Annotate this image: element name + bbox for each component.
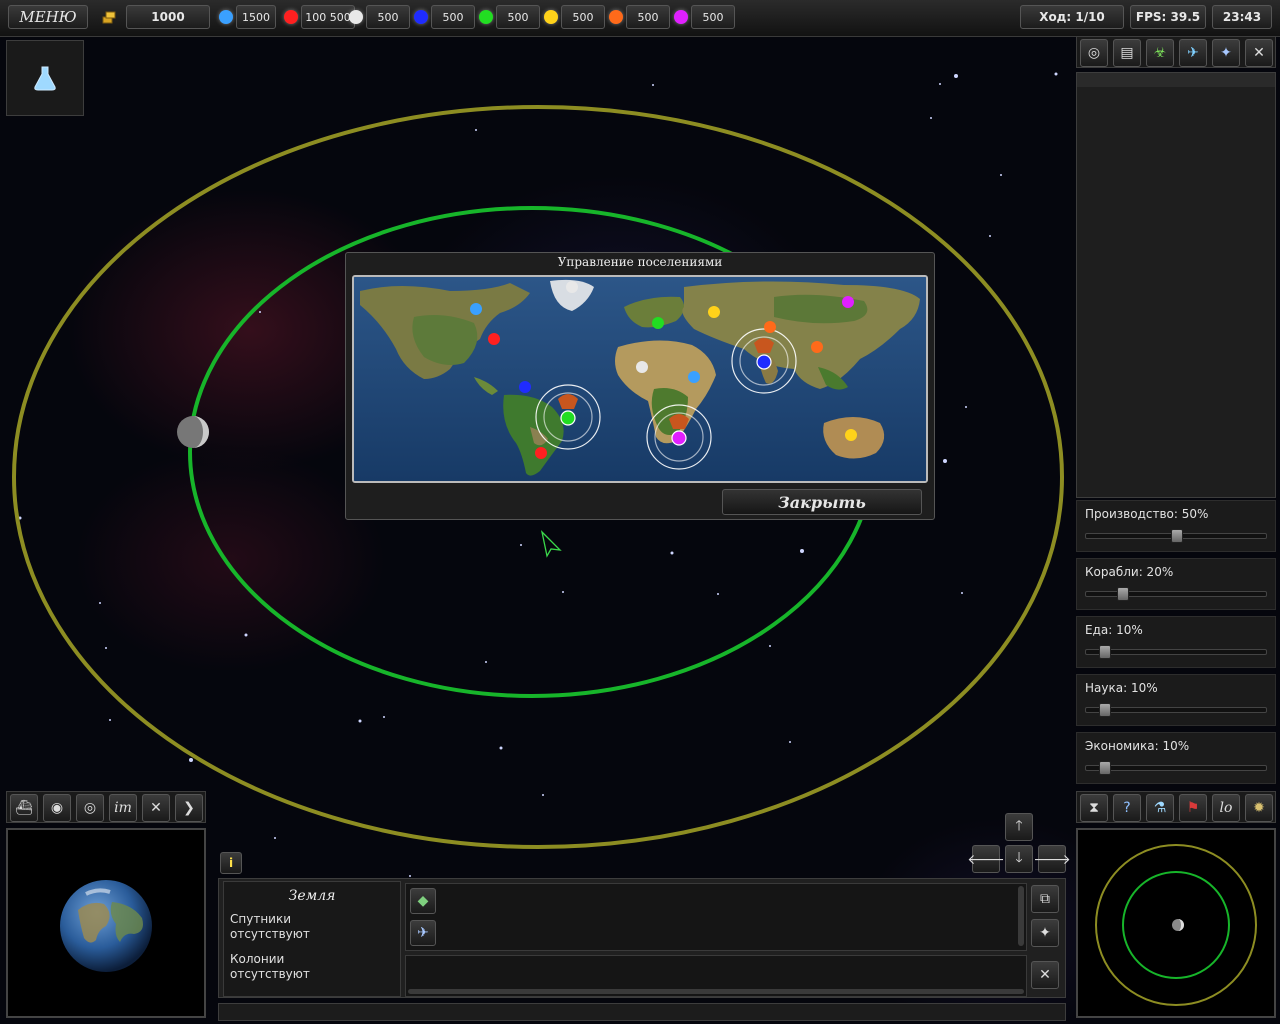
flask-icon: [34, 66, 56, 91]
slider-track[interactable]: [1085, 645, 1267, 659]
allocation-slider[interactable]: Корабли: 20%: [1076, 558, 1276, 610]
satellites-value: отсутствуют: [230, 927, 310, 941]
allocation-slider[interactable]: Производство: 50%: [1076, 500, 1276, 552]
resource-value: 500: [626, 5, 670, 29]
cross-icon[interactable]: ✕: [142, 794, 170, 822]
slider-handle[interactable]: [1099, 703, 1111, 717]
slider-track[interactable]: [1085, 703, 1267, 717]
satellites-scrollbar[interactable]: [1018, 886, 1024, 946]
satellites-list[interactable]: ◆ ✈: [405, 883, 1027, 951]
resource-value: 100 500: [301, 5, 355, 29]
flask-icon[interactable]: ⚗: [1146, 794, 1174, 822]
arrow-left-icon[interactable]: 🡐: [967, 845, 1005, 873]
status-strip: [218, 1003, 1066, 1021]
resource-dot-icon: [284, 10, 298, 24]
galaxy-icon[interactable]: ◎: [1080, 39, 1108, 67]
colonies-label: Колонии: [230, 952, 285, 966]
minimap[interactable]: [1076, 828, 1276, 1018]
resource-dot-icon: [544, 10, 558, 24]
satellite-icon[interactable]: ✈: [1179, 39, 1207, 67]
resource-value: 500: [366, 5, 410, 29]
slider-label: Наука: 10%: [1085, 681, 1158, 695]
hourglass-icon[interactable]: ⧗: [1080, 794, 1108, 822]
slider-label: Производство: 50%: [1085, 507, 1209, 521]
clock: 23:43: [1212, 5, 1272, 29]
slider-handle[interactable]: [1099, 645, 1111, 659]
menu-button[interactable]: МЕНЮ: [8, 5, 88, 29]
allocation-slider[interactable]: Еда: 10%: [1076, 616, 1276, 668]
world-map-image: [354, 277, 926, 481]
slider-handle[interactable]: [1099, 761, 1111, 775]
tank-icon[interactable]: ◆: [410, 888, 436, 914]
fleet-icon[interactable]: ✦: [1212, 39, 1240, 67]
resource-value: 1500: [236, 5, 276, 29]
resource-dot-icon: [479, 10, 493, 24]
coins-icon[interactable]: ▤: [1113, 39, 1141, 67]
target-icon[interactable]: ◉: [43, 794, 71, 822]
close-icon[interactable]: ✕: [1031, 961, 1059, 989]
tools-icon[interactable]: ✕: [1245, 39, 1273, 67]
minimap-orbits: [1095, 844, 1257, 1006]
planet-info-panel: Земля Спутники отсутствуют Колонии отсут…: [218, 878, 1066, 998]
resource-value: 500: [496, 5, 540, 29]
arrow-down-icon[interactable]: 🡓: [1005, 845, 1033, 873]
arrow-right-icon[interactable]: 🡒: [1033, 845, 1071, 873]
colonies-value: отсутствуют: [230, 967, 310, 981]
slider-track[interactable]: [1085, 761, 1267, 775]
info-button[interactable]: i: [220, 852, 242, 874]
fps-counter: FPS: 39.5: [1130, 5, 1206, 29]
planet-view: [6, 828, 206, 1018]
settlements-dialog: Управление поселениями Закрыть: [345, 252, 935, 520]
turn-counter: Ход: 1/10: [1020, 5, 1124, 29]
planet-summary: Земля Спутники отсутствуют Колонии отсут…: [223, 881, 401, 997]
resource-value: 500: [561, 5, 605, 29]
research-shortcut-button[interactable]: [6, 40, 84, 116]
resource-value: 500: [431, 5, 475, 29]
alien-icon[interactable]: ☣: [1146, 39, 1174, 67]
allocation-slider[interactable]: Наука: 10%: [1076, 674, 1276, 726]
bottom-right-toolbar: ⧗ ? ⚗ ⚑ lo ✹: [1076, 791, 1276, 823]
info-side-panel: [1076, 72, 1276, 498]
resource-dot-icon: [674, 10, 688, 24]
chevron-right-icon[interactable]: ❯: [175, 794, 203, 822]
slider-track[interactable]: [1085, 529, 1267, 543]
planet-name: Земля: [288, 888, 336, 904]
satellite-tool-icon[interactable]: ✦: [1031, 919, 1059, 947]
resource-value: 500: [691, 5, 735, 29]
flag-icon[interactable]: ⚑: [1179, 794, 1207, 822]
satellites-label: Спутники: [230, 912, 292, 926]
resource-dot-icon: [219, 10, 233, 24]
radar-icon[interactable]: ◎: [76, 794, 104, 822]
im-button[interactable]: im: [109, 794, 137, 822]
earth-globe: [60, 880, 152, 972]
top-bar: МЕНЮ 1000 1500 100 500 500 500 500 500 500 500 …: [0, 0, 1280, 37]
log-button[interactable]: lo: [1212, 794, 1240, 822]
slider-label: Еда: 10%: [1085, 623, 1143, 637]
colonies-list[interactable]: [405, 955, 1027, 997]
right-toolbar: ◎ ▤ ☣ ✈ ✦ ✕: [1076, 36, 1276, 68]
world-map[interactable]: [352, 275, 928, 483]
bottom-left-toolbar: ⛴ ◉ ◎ im ✕ ❯: [6, 791, 206, 823]
resource-dot-icon: [349, 10, 363, 24]
slider-track[interactable]: [1085, 587, 1267, 601]
slider-handle[interactable]: [1171, 529, 1183, 543]
allocation-slider[interactable]: Экономика: 10%: [1076, 732, 1276, 784]
colonies-scrollbar[interactable]: [408, 989, 1024, 994]
ship-icon[interactable]: ⛴: [10, 794, 38, 822]
arrow-up-icon[interactable]: 🡑: [1005, 813, 1033, 841]
resize-icon[interactable]: ⧉: [1031, 885, 1059, 913]
spaceship-icon[interactable]: ✈: [410, 920, 436, 946]
help-icon[interactable]: ?: [1113, 794, 1141, 822]
slider-label: Экономика: 10%: [1085, 739, 1190, 753]
slider-label: Корабли: 20%: [1085, 565, 1174, 579]
resource-dot-icon: [414, 10, 428, 24]
slider-handle[interactable]: [1117, 587, 1129, 601]
gold-value: 1000: [126, 5, 210, 29]
close-button[interactable]: Закрыть: [722, 489, 922, 515]
gold-coins-icon: [96, 5, 122, 29]
resource-dot-icon: [609, 10, 623, 24]
dialog-title: Управление поселениями: [557, 255, 723, 269]
settings-icon[interactable]: ✹: [1245, 794, 1273, 822]
